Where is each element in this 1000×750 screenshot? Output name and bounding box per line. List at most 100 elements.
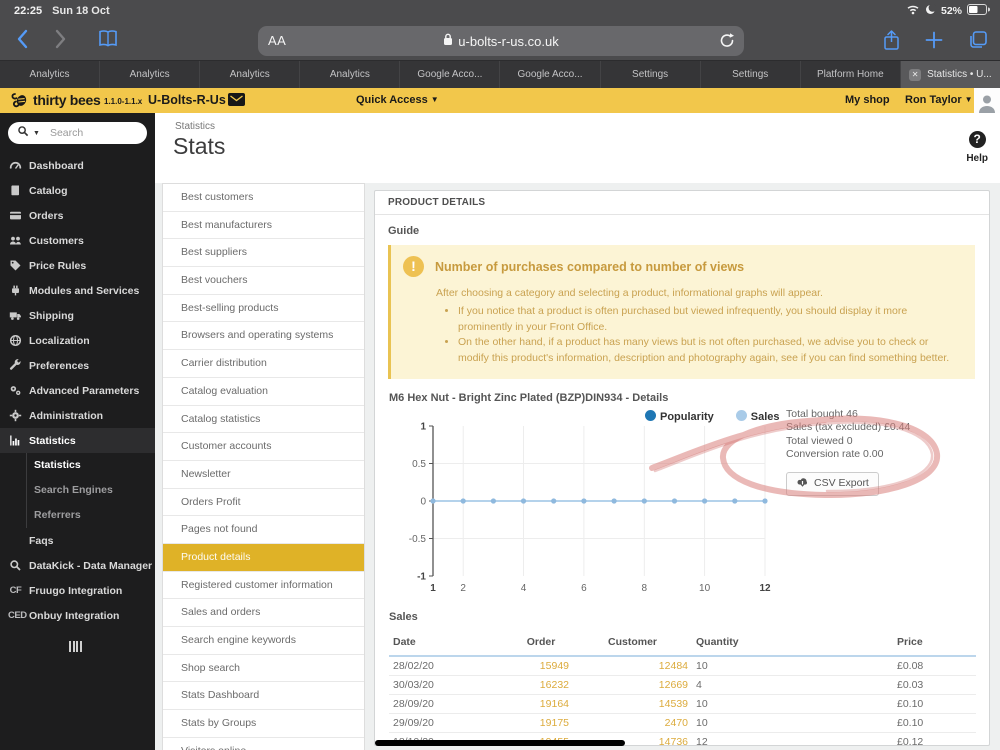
bookmarks-icon[interactable] bbox=[98, 30, 118, 53]
tab-statistics-active[interactable]: ✕ Statistics • U... bbox=[900, 61, 1000, 88]
refresh-icon[interactable] bbox=[719, 32, 735, 54]
book-icon bbox=[8, 184, 23, 197]
page-title: Stats bbox=[173, 133, 226, 159]
sidebar-item-faqs[interactable]: Faqs bbox=[0, 528, 155, 553]
home-indicator[interactable] bbox=[375, 740, 625, 746]
order-link[interactable]: 19175 bbox=[509, 713, 573, 733]
stats-menu-item[interactable]: Newsletter bbox=[163, 461, 364, 489]
order-link[interactable]: 19164 bbox=[509, 694, 573, 714]
globe-icon bbox=[8, 334, 23, 347]
sidebar-item-localization[interactable]: Localization bbox=[0, 328, 155, 353]
stats-menu-item[interactable]: Customer accounts bbox=[163, 433, 364, 461]
back-button[interactable] bbox=[16, 28, 29, 55]
wrench-icon bbox=[8, 359, 23, 372]
table-row: 28/09/20 19164 14539 10 £0.10 bbox=[389, 694, 976, 714]
tabs-overview-icon[interactable] bbox=[968, 30, 988, 55]
brand-name[interactable]: thirty bees bbox=[33, 92, 101, 108]
sidebar-item-preferences[interactable]: Preferences bbox=[0, 353, 155, 378]
stats-menu-item[interactable]: Browsers and operating systems bbox=[163, 322, 364, 351]
stats-menu-item[interactable]: Stats by Groups bbox=[163, 710, 364, 738]
sidebar-item-modules[interactable]: Modules and Services bbox=[0, 278, 155, 303]
mail-icon[interactable] bbox=[228, 93, 245, 111]
avatar[interactable] bbox=[974, 88, 1000, 113]
admin-sidebar: ▼ Search Dashboard Catalog Orders Custom… bbox=[0, 113, 155, 750]
user-menu[interactable]: Ron Taylor ▼ bbox=[905, 94, 973, 106]
customer-link[interactable]: 14539 bbox=[573, 694, 692, 714]
shop-name[interactable]: U-Bolts-R-Us bbox=[148, 93, 226, 107]
submenu-item-referrers[interactable]: Referrers bbox=[27, 503, 155, 528]
tab-settings-1[interactable]: Settings bbox=[601, 61, 701, 88]
sidebar-item-advanced-parameters[interactable]: Advanced Parameters bbox=[0, 378, 155, 403]
stats-menu-item[interactable]: Best manufacturers bbox=[163, 212, 364, 240]
sidebar-item-catalog[interactable]: Catalog bbox=[0, 178, 155, 203]
sidebar-item-statistics[interactable]: Statistics bbox=[0, 428, 155, 453]
sidebar-item-datakick[interactable]: DataKick - Data Manager bbox=[0, 553, 155, 578]
stats-menu-item[interactable]: Best vouchers bbox=[163, 267, 364, 295]
notice-title: Number of purchases compared to number o… bbox=[435, 259, 745, 274]
forward-button[interactable] bbox=[54, 28, 67, 55]
stats-menu-item[interactable]: Visitors online bbox=[163, 738, 364, 750]
sidebar-search[interactable]: ▼ Search bbox=[8, 122, 147, 144]
sidebar-item-administration[interactable]: Administration bbox=[0, 403, 155, 428]
tab-analytics-2[interactable]: Analytics bbox=[100, 61, 201, 88]
csv-export-button[interactable]: CSV Export bbox=[786, 471, 879, 497]
tab-analytics-4[interactable]: Analytics bbox=[300, 61, 401, 88]
sidebar-item-shipping[interactable]: Shipping bbox=[0, 303, 155, 328]
share-icon[interactable] bbox=[883, 29, 900, 57]
brand-version: 1.1.0-1.1.x bbox=[104, 97, 143, 106]
col-customer: Customer bbox=[573, 630, 692, 657]
sidebar-item-customers[interactable]: Customers bbox=[0, 228, 155, 253]
tab-analytics-3[interactable]: Analytics bbox=[200, 61, 301, 88]
tab-google-account-2[interactable]: Google Acco... bbox=[500, 61, 601, 88]
order-link[interactable]: 16232 bbox=[509, 675, 573, 695]
sales-tax-excluded: Sales (tax excluded) £0.44 bbox=[786, 421, 911, 434]
new-tab-icon[interactable] bbox=[925, 31, 943, 54]
stats-menu-item[interactable]: Orders Profit bbox=[163, 489, 364, 517]
sales-heading: Sales bbox=[389, 610, 418, 623]
search-scope-caret-icon[interactable]: ▼ bbox=[33, 130, 40, 137]
customer-link[interactable]: 12484 bbox=[573, 655, 692, 676]
users-icon bbox=[8, 234, 23, 247]
sidebar-item-dashboard[interactable]: Dashboard bbox=[0, 153, 155, 178]
customer-link[interactable]: 2470 bbox=[573, 713, 692, 733]
svg-text:8: 8 bbox=[642, 583, 648, 594]
stats-menu-item[interactable]: Best-selling products bbox=[163, 295, 364, 323]
stats-menu-item-product-details[interactable]: Product details bbox=[163, 543, 364, 572]
order-link[interactable]: 15949 bbox=[509, 655, 573, 676]
sidebar-item-orders[interactable]: Orders bbox=[0, 203, 155, 228]
svg-text:0: 0 bbox=[420, 496, 426, 507]
address-bar[interactable]: AA u-bolts-r-us.co.uk bbox=[258, 26, 744, 56]
stats-menu-item[interactable]: Carrier distribution bbox=[163, 350, 364, 378]
cell-quantity: 10 bbox=[692, 655, 893, 676]
stats-menu-item[interactable]: Stats Dashboard bbox=[163, 682, 364, 711]
tab-close-icon[interactable]: ✕ bbox=[909, 68, 922, 81]
stats-menu-item[interactable]: Shop search bbox=[163, 655, 364, 683]
tab-analytics-1[interactable]: Analytics bbox=[0, 61, 101, 88]
quick-access-menu[interactable]: Quick Access ▼ bbox=[356, 94, 439, 106]
stats-menu-item[interactable]: Sales and orders bbox=[163, 599, 364, 627]
sidebar-collapse-handle[interactable] bbox=[69, 641, 82, 652]
submenu-item-statistics[interactable]: Statistics bbox=[27, 453, 155, 478]
clock: 22:25 bbox=[14, 5, 43, 17]
tab-google-account-1[interactable]: Google Acco... bbox=[400, 61, 501, 88]
tab-bar: Analytics Analytics Analytics Analytics … bbox=[0, 60, 1000, 88]
sidebar-item-fruugo[interactable]: CF Fruugo Integration bbox=[0, 578, 155, 603]
stats-menu-item[interactable]: Best suppliers bbox=[163, 239, 364, 268]
customer-link[interactable]: 12669 bbox=[573, 675, 692, 695]
breadcrumb[interactable]: Statistics bbox=[175, 121, 215, 132]
sidebar-item-price-rules[interactable]: Price Rules bbox=[0, 253, 155, 278]
cell-quantity: 10 bbox=[692, 694, 893, 714]
stats-menu-item[interactable]: Registered customer information bbox=[163, 572, 364, 600]
stats-menu-item[interactable]: Catalog evaluation bbox=[163, 378, 364, 406]
submenu-item-search-engines[interactable]: Search Engines bbox=[27, 478, 155, 503]
page-header: Statistics Stats ? Help bbox=[155, 113, 1000, 183]
stats-menu-item[interactable]: Search engine keywords bbox=[163, 627, 364, 655]
stats-menu-item[interactable]: Best customers bbox=[163, 184, 364, 212]
tab-settings-2[interactable]: Settings bbox=[701, 61, 801, 88]
my-shop-link[interactable]: My shop bbox=[845, 94, 890, 106]
tab-platform-home[interactable]: Platform Home bbox=[801, 61, 901, 88]
sidebar-item-onbuy[interactable]: CED Onbuy Integration bbox=[0, 603, 155, 628]
stats-menu-item[interactable]: Catalog statistics bbox=[163, 406, 364, 434]
help-button[interactable]: ? Help bbox=[966, 131, 988, 164]
stats-menu-item[interactable]: Pages not found bbox=[163, 516, 364, 544]
